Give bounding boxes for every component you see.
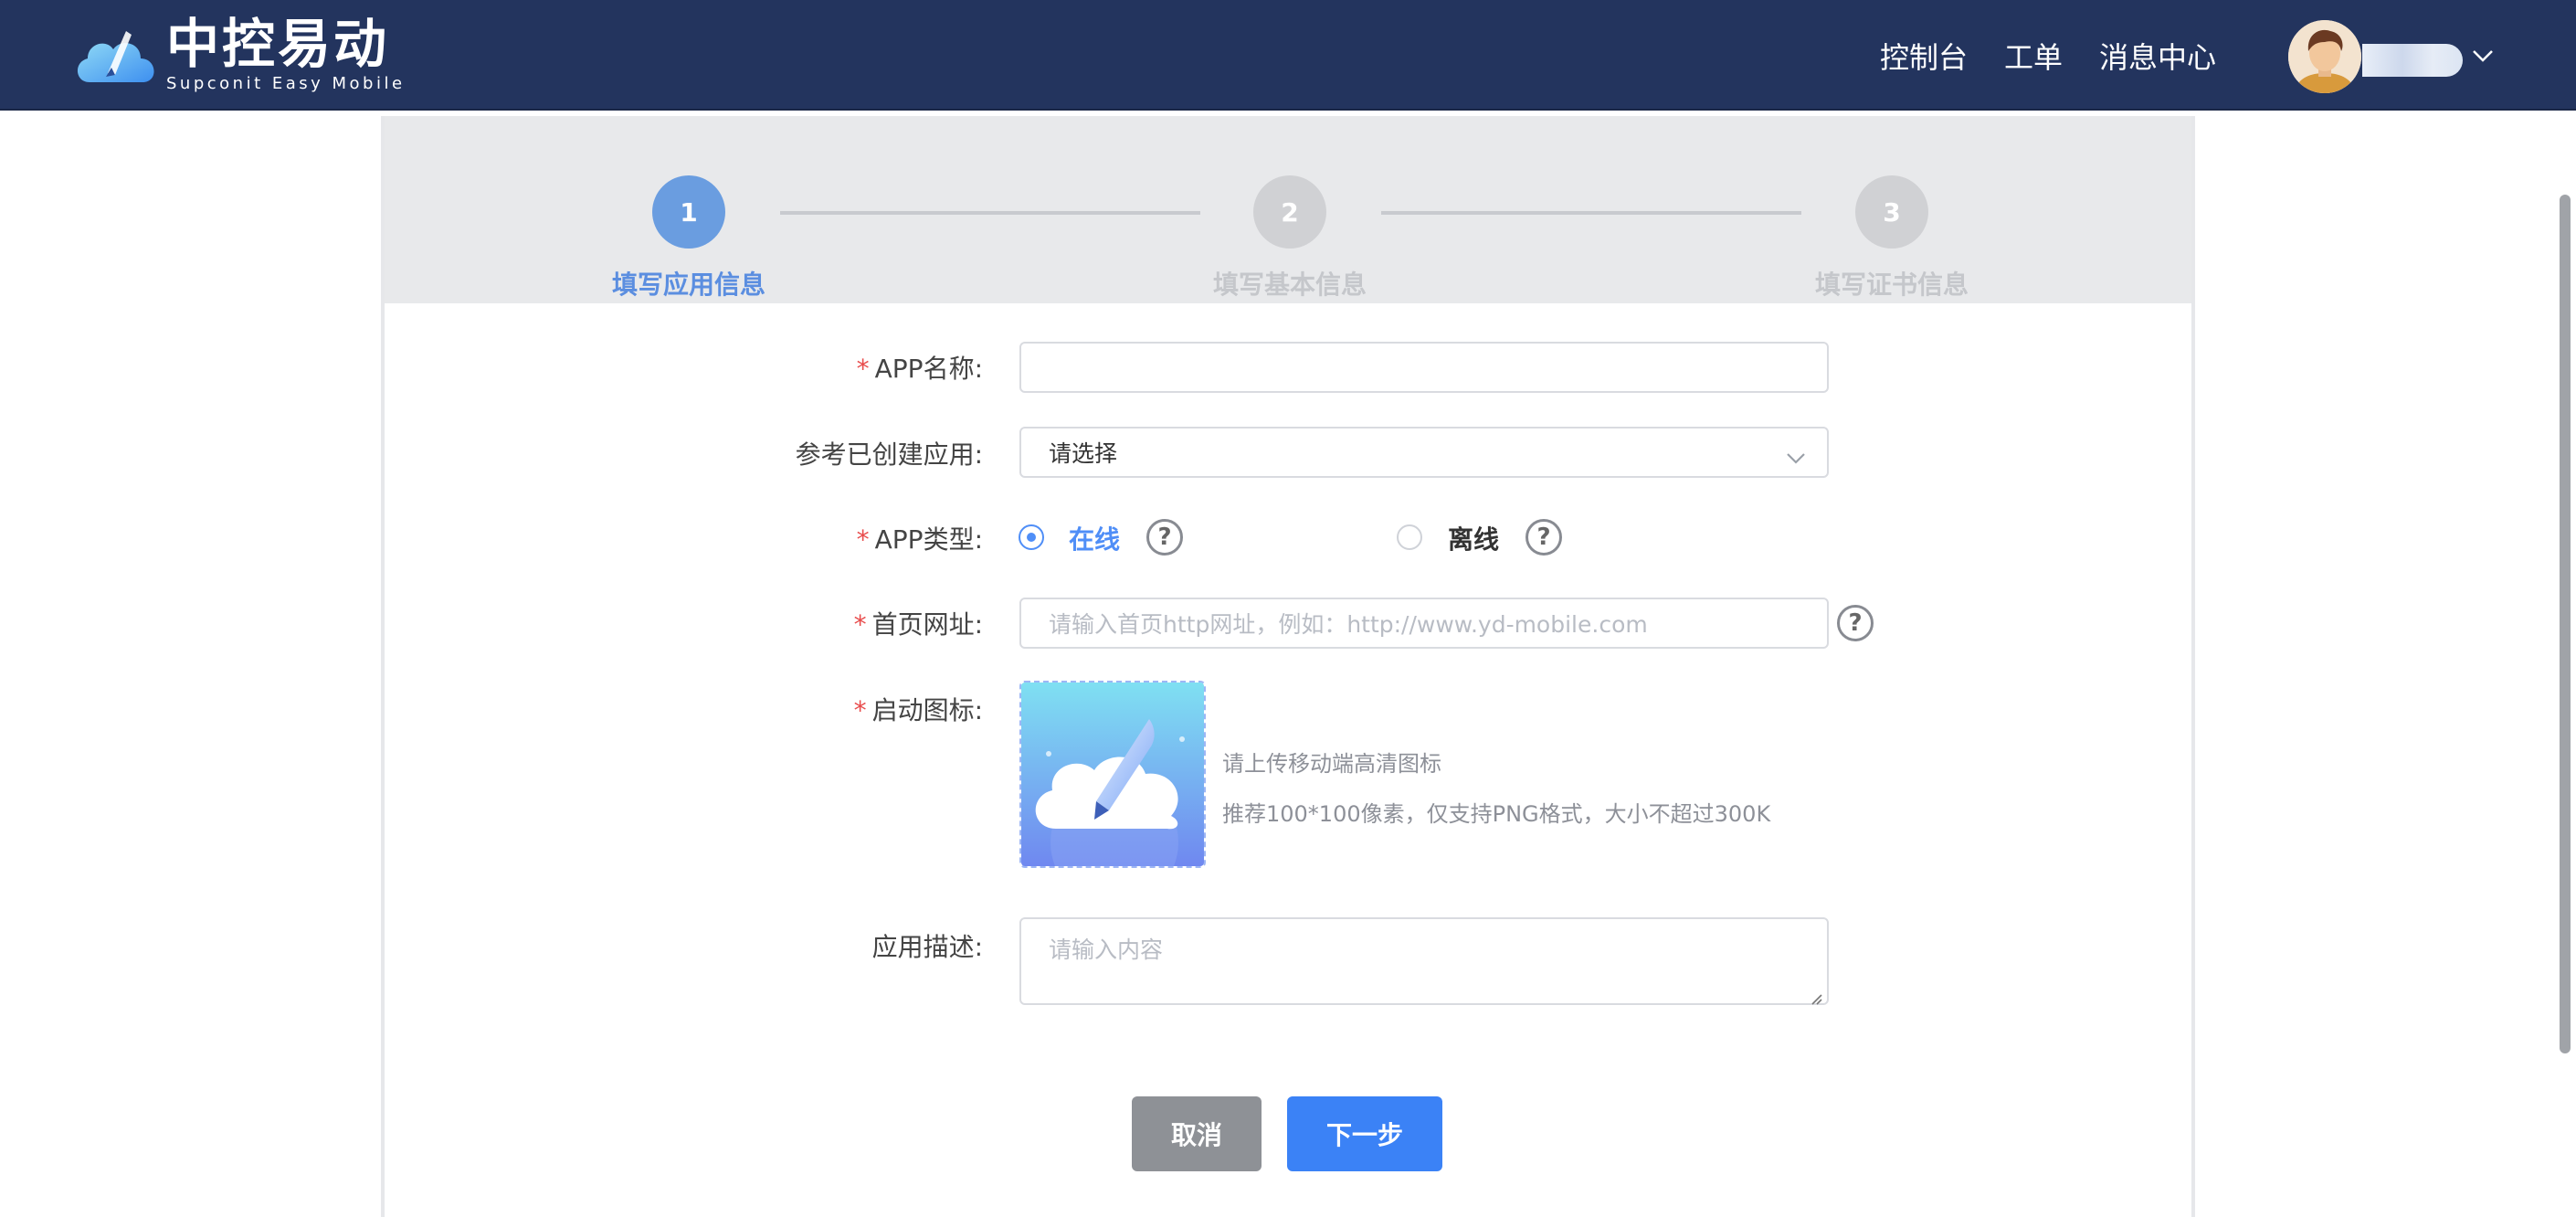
logo-title: 中控易动 — [166, 13, 390, 75]
chevron-down-icon[interactable] — [2472, 48, 2494, 64]
chevron-down-icon — [1785, 445, 1807, 464]
app-name-input[interactable] — [1019, 342, 1829, 393]
step-3-label: 填写证书信息 — [1814, 270, 1969, 300]
homepage-url-placeholder: 请输入首页http网址，例如：http://www.yd-mobile.com — [1049, 611, 1648, 638]
reference-app-select[interactable]: 请选择 — [1019, 427, 1829, 478]
description-label: 应用描述: — [871, 932, 983, 962]
radio-offline[interactable] — [1397, 524, 1422, 550]
homepage-url-input[interactable]: 请输入首页http网址，例如：http://www.yd-mobile.com — [1019, 598, 1829, 649]
offline-help-icon[interactable]: ? — [1526, 519, 1562, 556]
launch-icon-label: * 启动图标: — [853, 695, 983, 725]
upload-hint-1: 请上传移动端高清图标 — [1222, 751, 1441, 777]
reference-app-value: 请选择 — [1049, 440, 1118, 467]
step-connector-2 — [1381, 211, 1801, 215]
app-name-label: * APP名称: — [856, 354, 983, 384]
nav-console[interactable]: 控制台 — [1880, 35, 1968, 77]
top-header: 中控易动 Supconit Easy Mobile 控制台 工单 消息中心 — [0, 0, 2576, 111]
homepage-help-icon[interactable]: ? — [1837, 605, 1874, 641]
next-step-button[interactable]: 下一步 — [1287, 1096, 1442, 1171]
radio-online-label[interactable]: 在线 — [1069, 520, 1120, 556]
app-icon-preview — [1021, 683, 1204, 866]
app-type-label: * APP类型: — [856, 524, 983, 555]
reference-app-label: 参考已创建应用: — [795, 439, 983, 470]
step-connector-1 — [780, 211, 1200, 215]
step-2-label: 填写基本信息 — [1212, 270, 1367, 300]
user-name-blurred[interactable] — [2362, 44, 2463, 77]
homepage-url-label: * 首页网址: — [853, 609, 983, 640]
step-1-label: 填写应用信息 — [611, 270, 765, 300]
radio-offline-label[interactable]: 离线 — [1448, 520, 1499, 556]
radio-online[interactable] — [1019, 524, 1044, 550]
page-scrollbar[interactable] — [2560, 195, 2571, 1053]
logo-rocket-cloud-icon — [71, 18, 161, 91]
online-help-icon[interactable]: ? — [1146, 519, 1183, 556]
nav-work-order[interactable]: 工单 — [2004, 35, 2063, 77]
description-textarea[interactable]: 请输入内容 — [1019, 917, 1829, 1005]
resize-handle-icon[interactable] — [1809, 985, 1823, 1005]
user-avatar[interactable] — [2288, 20, 2361, 93]
launch-icon-upload[interactable] — [1019, 681, 1206, 868]
logo-subtitle: Supconit Easy Mobile — [166, 74, 406, 93]
step-1-circle: 1 — [652, 175, 725, 249]
step-3-circle: 3 — [1855, 175, 1928, 249]
upload-hint-2: 推荐100*100像素，仅支持PNG格式，大小不超过300K — [1222, 801, 1771, 827]
create-app-card: 1 2 3 填写应用信息 填写基本信息 填写证书信息 — [381, 116, 2195, 1217]
logo[interactable]: 中控易动 Supconit Easy Mobile — [71, 13, 406, 97]
cancel-button[interactable]: 取消 — [1132, 1096, 1262, 1171]
nav-message-center[interactable]: 消息中心 — [2099, 35, 2216, 77]
step-2-circle: 2 — [1253, 175, 1326, 249]
description-placeholder: 请输入内容 — [1049, 937, 1164, 963]
